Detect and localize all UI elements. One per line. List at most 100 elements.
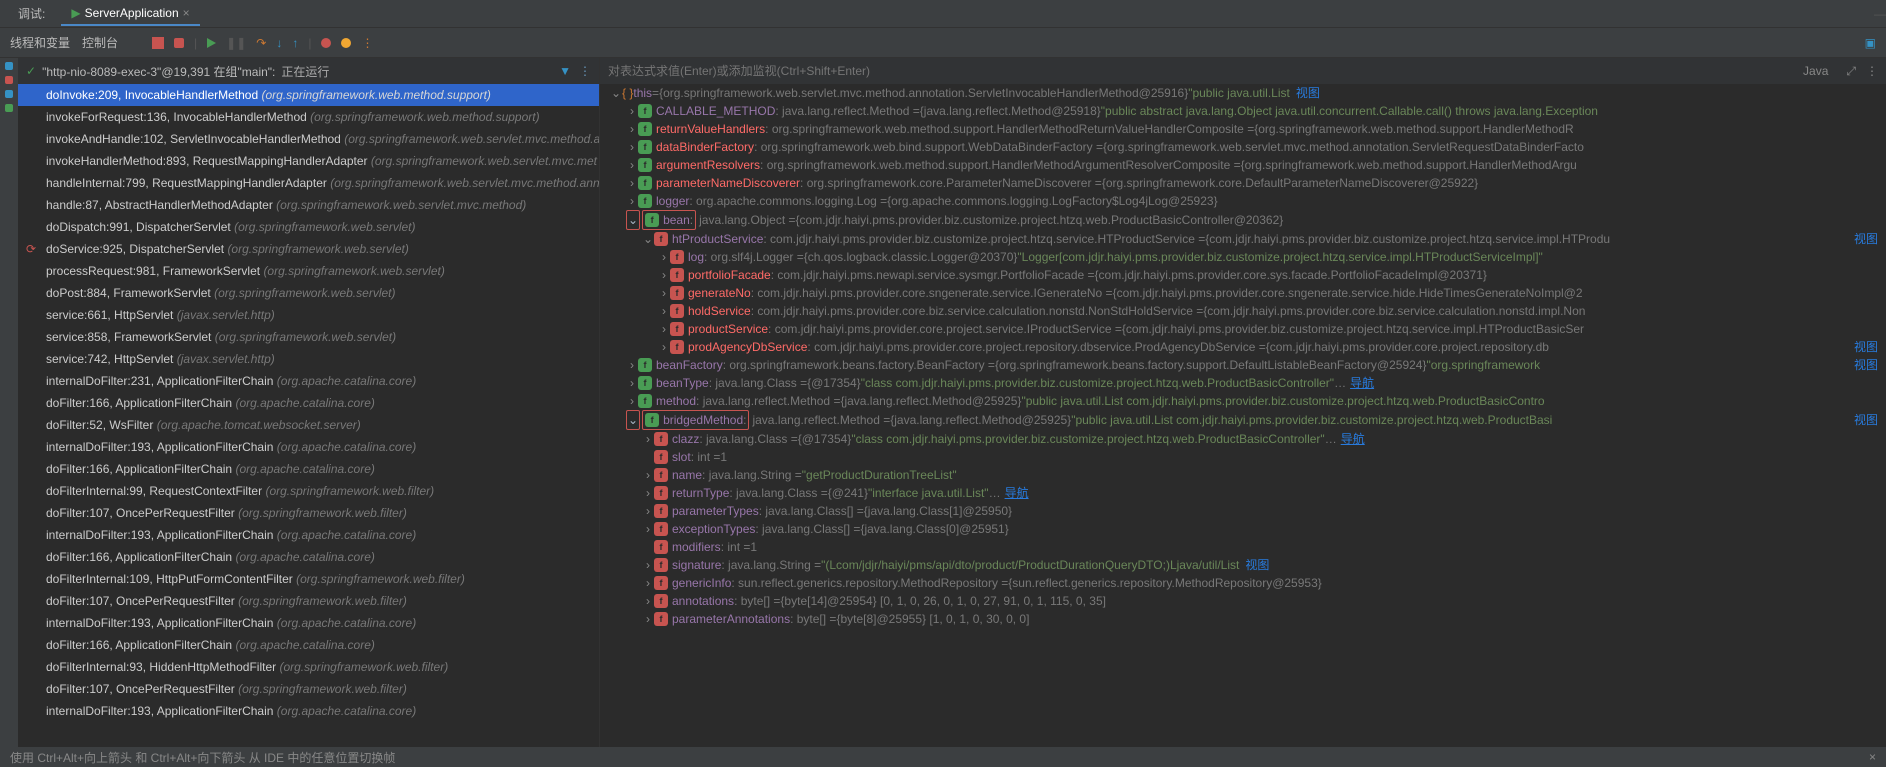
layout-icon[interactable]: ▣ (1865, 36, 1876, 50)
breakpoint-icon[interactable] (321, 38, 331, 48)
stack-frame[interactable]: doFilter:166, ApplicationFilterChain (or… (18, 546, 599, 568)
variable-row[interactable]: ›freturnValueHandlers: org.springframewo… (604, 120, 1886, 138)
variable-row[interactable]: ›fparameterTypes: java.lang.Class[] = {j… (604, 502, 1886, 520)
variable-row[interactable]: ›fparameterNameDiscoverer: org.springfra… (604, 174, 1886, 192)
stack-frames-list[interactable]: doInvoke:209, InvocableHandlerMethod (or… (18, 84, 599, 747)
evaluate-expression-input[interactable] (608, 64, 1508, 78)
variable-row[interactable]: ›fname: java.lang.String = "getProductDu… (604, 466, 1886, 484)
stack-frame[interactable]: doFilter:166, ApplicationFilterChain (or… (18, 458, 599, 480)
variable-row[interactable]: ›freturnType: java.lang.Class = {@241} "… (604, 484, 1886, 502)
tree-arrow-icon[interactable]: › (626, 374, 638, 392)
view-link[interactable]: 视图 (1296, 86, 1320, 100)
tree-arrow-icon[interactable]: › (642, 430, 654, 448)
stack-frame[interactable]: invokeHandlerMethod:893, RequestMappingH… (18, 150, 599, 172)
tree-arrow-icon[interactable] (642, 538, 654, 556)
variable-row[interactable]: ›fgenericInfo: sun.reflect.generics.repo… (604, 574, 1886, 592)
tree-arrow-icon[interactable]: › (626, 392, 638, 410)
stack-frame[interactable]: doFilter:166, ApplicationFilterChain (or… (18, 392, 599, 414)
more-icon[interactable]: ⋮ (361, 36, 373, 50)
tree-arrow-icon[interactable]: › (658, 320, 670, 338)
tree-arrow-icon[interactable]: › (642, 466, 654, 484)
tree-arrow-icon[interactable]: › (642, 502, 654, 520)
tree-arrow-icon[interactable]: › (626, 156, 638, 174)
tree-arrow-icon[interactable]: › (658, 338, 670, 356)
stack-frame[interactable]: doPost:884, FrameworkServlet (org.spring… (18, 282, 599, 304)
stack-frame[interactable]: doDispatch:991, DispatcherServlet (org.s… (18, 216, 599, 238)
stack-frame[interactable]: doFilter:166, ApplicationFilterChain (or… (18, 634, 599, 656)
tree-arrow-icon[interactable]: › (658, 248, 670, 266)
variable-row[interactable]: ›fproductService: com.jdjr.haiyi.pms.pro… (604, 320, 1886, 338)
variable-row[interactable]: ›flog: org.slf4j.Logger = {ch.qos.logbac… (604, 248, 1886, 266)
tree-arrow-icon[interactable]: › (626, 138, 638, 156)
stop-icon[interactable] (152, 37, 164, 49)
stack-frame[interactable]: doFilter:107, OncePerRequestFilter (org.… (18, 590, 599, 612)
stack-frame[interactable]: internalDoFilter:193, ApplicationFilterC… (18, 612, 599, 634)
tree-arrow-icon[interactable]: › (658, 302, 670, 320)
variable-row[interactable]: ›fannotations: byte[] = {byte[14]@25954}… (604, 592, 1886, 610)
variable-row[interactable]: ›fholdService: com.jdjr.haiyi.pms.provid… (604, 302, 1886, 320)
console-tab[interactable]: 控制台 (82, 34, 118, 51)
tree-arrow-icon[interactable]: › (642, 520, 654, 538)
footer-close-icon[interactable]: × (1869, 750, 1876, 764)
tree-arrow-icon[interactable]: › (642, 592, 654, 610)
tree-arrow-icon[interactable]: ⌄ (610, 84, 622, 102)
variable-row[interactable]: ›fmethod: java.lang.reflect.Method = {ja… (604, 392, 1886, 410)
tree-arrow-icon[interactable]: › (642, 556, 654, 574)
tree-arrow-icon[interactable]: ⌄ (626, 410, 640, 430)
tree-arrow-icon[interactable]: › (642, 574, 654, 592)
threads-vars-tab[interactable]: 线程和变量 (10, 34, 70, 51)
variable-row[interactable]: ›fargumentResolvers: org.springframework… (604, 156, 1886, 174)
variable-row[interactable]: ›fportfolioFacade: com.jdjr.haiyi.pms.ne… (604, 266, 1886, 284)
variable-row[interactable]: ›fclazz: java.lang.Class = {@17354} "cla… (604, 430, 1886, 448)
stack-frame[interactable]: handle:87, AbstractHandlerMethodAdapter … (18, 194, 599, 216)
debug-tab[interactable]: 调试: (8, 1, 55, 26)
variable-row[interactable]: ›fgenerateNo: com.jdjr.haiyi.pms.provide… (604, 284, 1886, 302)
variable-row[interactable]: ⌄fbean: java.lang.Object = {com.jdjr.hai… (604, 210, 1886, 230)
tree-arrow-icon[interactable]: › (626, 192, 638, 210)
navigate-link[interactable]: 导航 (1350, 374, 1374, 392)
tree-arrow-icon[interactable]: ⌄ (626, 210, 640, 230)
stack-frame[interactable]: ⟳doService:925, DispatcherServlet (org.s… (18, 238, 599, 260)
thread-selector[interactable]: ✓ "http-nio-8089-exec-3"@19,391 在组"main"… (26, 63, 329, 80)
sidebar-sq-3[interactable] (5, 90, 13, 98)
variable-row[interactable]: ›fexceptionTypes: java.lang.Class[] = {j… (604, 520, 1886, 538)
stack-frame[interactable]: internalDoFilter:193, ApplicationFilterC… (18, 700, 599, 722)
stack-frame[interactable]: doFilterInternal:99, RequestContextFilte… (18, 480, 599, 502)
view-link[interactable]: 视图 (1854, 230, 1878, 248)
close-icon[interactable]: × (183, 6, 190, 20)
variable-row[interactable]: ⌄{ } this = {org.springframework.web.ser… (604, 84, 1886, 102)
variable-row[interactable]: ›fCALLABLE_METHOD: java.lang.reflect.Met… (604, 102, 1886, 120)
tree-arrow-icon[interactable]: › (626, 174, 638, 192)
step-over-icon[interactable]: ↷ (256, 36, 266, 50)
navigate-link[interactable]: 导航 (1341, 430, 1365, 448)
stack-frame[interactable]: doInvoke:209, InvocableHandlerMethod (or… (18, 84, 599, 106)
view-link[interactable]: 视图 (1854, 356, 1878, 374)
variables-tree[interactable]: ⌄{ } this = {org.springframework.web.ser… (600, 84, 1886, 747)
stack-frame[interactable]: processRequest:981, FrameworkServlet (or… (18, 260, 599, 282)
filter-icon[interactable]: ▼ (559, 64, 571, 78)
variable-row[interactable]: ›fprodAgencyDbService: com.jdjr.haiyi.pm… (604, 338, 1886, 356)
tree-arrow-icon[interactable]: ⌄ (642, 230, 654, 248)
stack-frame[interactable]: doFilter:107, OncePerRequestFilter (org.… (18, 502, 599, 524)
sidebar-sq-2[interactable] (5, 76, 13, 84)
view-link[interactable]: 视图 (1854, 338, 1878, 356)
stack-frame[interactable]: internalDoFilter:231, ApplicationFilterC… (18, 370, 599, 392)
more-frames-icon[interactable]: ⋮ (579, 64, 591, 78)
step-out-icon[interactable]: ↑ (292, 36, 298, 50)
variable-row[interactable]: fmodifiers: int = 1 (604, 538, 1886, 556)
more-vars-icon[interactable]: ⋮ (1866, 64, 1878, 78)
view-link[interactable]: 视图 (1245, 558, 1269, 572)
sidebar-sq-1[interactable] (5, 62, 13, 70)
sidebar-sq-4[interactable] (5, 104, 13, 112)
tree-arrow-icon[interactable]: › (626, 356, 638, 374)
variable-row[interactable]: fslot: int = 1 (604, 448, 1886, 466)
variable-row[interactable]: ›fbeanType: java.lang.Class = {@17354} "… (604, 374, 1886, 392)
stop-record-icon[interactable] (174, 38, 184, 48)
variable-row[interactable]: ›fdataBinderFactory: org.springframework… (604, 138, 1886, 156)
lang-label[interactable]: Java (1803, 64, 1828, 78)
stack-frame[interactable]: service:661, HttpServlet (javax.servlet.… (18, 304, 599, 326)
stack-frame[interactable]: service:858, FrameworkServlet (org.sprin… (18, 326, 599, 348)
stack-frame[interactable]: invokeAndHandle:102, ServletInvocableHan… (18, 128, 599, 150)
variable-row[interactable]: ›fsignature: java.lang.String = "(Lcom/j… (604, 556, 1886, 574)
view-link[interactable]: 视图 (1854, 411, 1878, 429)
